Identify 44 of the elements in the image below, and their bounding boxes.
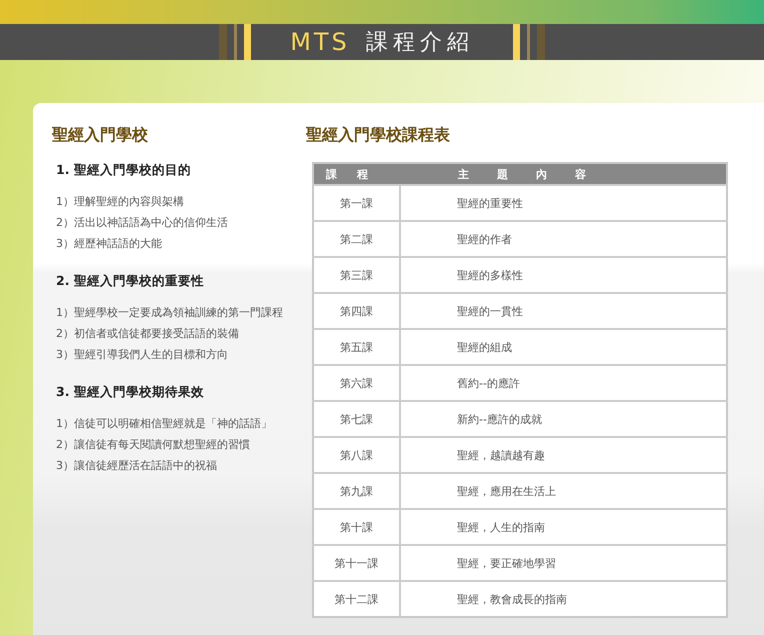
table-cell: 第十二課 — [313, 581, 400, 617]
table-cell: 聖經，應用在生活上 — [400, 473, 727, 509]
stripe-decoration — [219, 24, 251, 60]
table-cell: 第九課 — [313, 473, 400, 509]
list-item: 3）經歷神話語的大能 — [56, 236, 163, 252]
list-item: 2）活出以神話語為中心的信仰生活 — [56, 215, 229, 231]
table-cell: 第三課 — [313, 257, 400, 293]
table-cell: 第八課 — [313, 437, 400, 473]
list-item: 2）初信者或信徒都要接受話語的裝備 — [56, 326, 240, 342]
table-cell: 聖經的作者 — [400, 221, 727, 257]
table-cell: 聖經，教會成長的指南 — [400, 581, 727, 617]
table-cell: 第七課 — [313, 401, 400, 437]
table-cell: 第五課 — [313, 329, 400, 365]
table-cell: 聖經，人生的指南 — [400, 509, 727, 545]
section-heading: 2. 聖經入門學校的重要性 — [56, 273, 205, 290]
table-cell: 聖經的一貫性 — [400, 293, 727, 329]
list-item: 3）聖經引導我們人生的目標和方向 — [56, 347, 229, 363]
table-cell: 聖經，要正確地學習 — [400, 545, 727, 581]
list-item: 1）信徒可以明確相信聖經就是「神的話語」 — [56, 416, 273, 432]
list-item: 3）讓信徒經歷活在話語中的祝福 — [56, 458, 218, 474]
table-cell: 第十一課 — [313, 545, 400, 581]
table-cell: 聖經的多樣性 — [400, 257, 727, 293]
section-title: 聖經入門學校課程表 — [306, 125, 451, 146]
table-cell: 舊約--的應許 — [400, 365, 727, 401]
section-title: 聖經入門學校 — [52, 125, 149, 146]
table-cell: 第四課 — [313, 293, 400, 329]
column-header: 課程 — [313, 163, 400, 185]
list-item: 1）聖經學校一定要成為領袖訓練的第一門課程 — [56, 305, 284, 321]
section-heading: 1. 聖經入門學校的目的 — [56, 162, 192, 179]
table-cell: 聖經的重要性 — [400, 185, 727, 221]
column-header: 主題內容 — [400, 163, 727, 185]
table-cell: 第十課 — [313, 509, 400, 545]
table-cell: 聖經，越讀越有趣 — [400, 437, 727, 473]
list-item: 2）讓信徒有每天閱讀何默想聖經的習慣 — [56, 437, 251, 453]
page-title: 課程介紹 — [366, 29, 474, 57]
table-cell: 聖經的組成 — [400, 329, 727, 365]
table-cell: 第一課 — [313, 185, 400, 221]
stripe-decoration — [513, 24, 545, 60]
section-heading: 3. 聖經入門學校期待果效 — [56, 384, 205, 401]
table-cell: 第六課 — [313, 365, 400, 401]
table-cell: 第二課 — [313, 221, 400, 257]
brand-name: MTS — [290, 28, 350, 56]
table-cell: 新約--應許的成就 — [400, 401, 727, 437]
list-item: 1）理解聖經的內容與架構 — [56, 194, 185, 210]
